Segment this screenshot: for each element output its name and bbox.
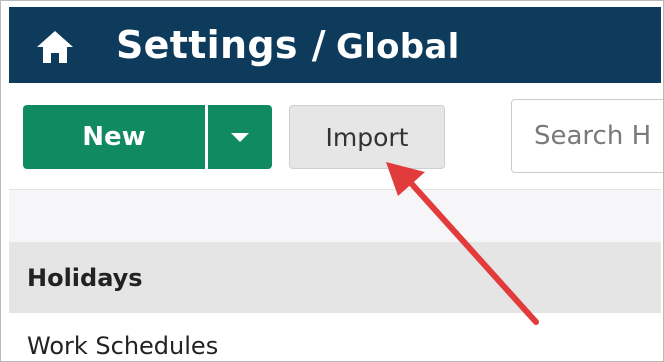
caret-down-icon bbox=[231, 132, 249, 142]
import-button[interactable]: Import bbox=[289, 105, 445, 169]
page-title-main: Settings bbox=[116, 23, 298, 67]
list-item-holidays[interactable]: Holidays bbox=[9, 243, 661, 313]
breadcrumb-separator: / bbox=[311, 23, 326, 67]
list-item-work-schedules[interactable]: Work Schedules bbox=[9, 313, 661, 361]
search-input[interactable] bbox=[511, 99, 663, 173]
new-dropdown-button[interactable] bbox=[206, 105, 272, 169]
new-button[interactable]: New bbox=[23, 105, 205, 169]
page-title-sub: Global bbox=[335, 27, 460, 67]
top-header-bar: Settings / Global bbox=[9, 7, 661, 83]
list-header-spacer bbox=[9, 190, 661, 243]
window-frame: Settings /Global New Import Holidays Work… bbox=[0, 0, 664, 362]
toolbar: New Import bbox=[9, 85, 663, 190]
home-icon[interactable] bbox=[35, 29, 75, 65]
page-title: Settings / Global bbox=[116, 21, 460, 71]
